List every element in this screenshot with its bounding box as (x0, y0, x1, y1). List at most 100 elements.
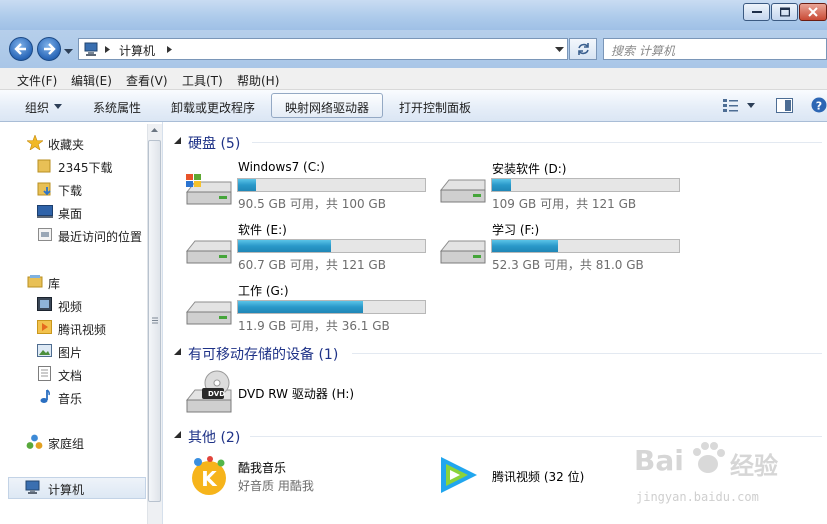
drive-name: 学习 (F:) (492, 223, 540, 237)
command-bar: 组织 系统属性 卸载或更改程序 映射网络驱动器 打开控制面板 ? (0, 90, 827, 122)
drive-name: Windows7 (C:) (238, 160, 325, 174)
desktop-icon (37, 205, 53, 218)
drive-free-space: 60.7 GB 可用，共 121 GB (238, 258, 386, 272)
group-header-other[interactable]: 其他 (2) (188, 427, 240, 447)
nav-pane-scroll-thumb[interactable] (148, 140, 161, 502)
help-icon[interactable]: ? (811, 97, 827, 113)
drive-usage-bar (237, 239, 426, 253)
hard-drive-icon (185, 301, 232, 325)
system-properties-button[interactable]: 系统属性 (93, 99, 141, 116)
menu-tools[interactable]: 工具(T) (182, 72, 223, 89)
group-divider (252, 142, 822, 143)
address-history-dropdown-icon[interactable] (555, 47, 564, 52)
drive-usage-fill (492, 240, 559, 252)
search-input[interactable]: 搜索 计算机 (603, 38, 827, 60)
address-bar[interactable]: 计算机 (78, 38, 568, 60)
collapse-group-arrow-icon[interactable] (174, 137, 182, 145)
scroll-up-arrow-icon[interactable] (151, 128, 158, 132)
nav-item-downloads[interactable]: 下载 (58, 182, 82, 199)
breadcrumb-computer[interactable]: 计算机 (119, 42, 155, 59)
map-network-drive-button[interactable]: 映射网络驱动器 (271, 93, 383, 118)
minimize-icon (751, 11, 762, 13)
tencent-video-icon (37, 320, 52, 334)
nav-item-recent-places[interactable]: 最近访问的位置 (58, 228, 142, 245)
drive-free-space: 52.3 GB 可用，共 81.0 GB (492, 258, 644, 272)
dvd-drive[interactable]: DVD DVD RW 驱动器 (H:) (183, 368, 383, 418)
refresh-button[interactable] (569, 38, 597, 60)
group-header-hard-disks[interactable]: 硬盘 (5) (188, 133, 240, 153)
menu-view[interactable]: 查看(V) (126, 72, 168, 89)
music-icon (40, 389, 50, 403)
menu-file[interactable]: 文件(F) (17, 72, 57, 89)
window-title-bar (0, 0, 827, 30)
tencent-video-icon (441, 457, 477, 493)
drive-c[interactable]: Windows7 (C:) 90.5 GB 可用，共 100 GB (183, 160, 433, 212)
minimize-button[interactable] (743, 3, 770, 21)
drive-e[interactable]: 软件 (E:) 60.7 GB 可用，共 121 GB (183, 221, 433, 273)
scroll-grip-icon (152, 317, 158, 324)
close-icon (808, 7, 818, 17)
recent-pages-dropdown[interactable] (64, 44, 73, 58)
nav-item-2345download[interactable]: 2345下载 (58, 159, 113, 176)
nav-homegroup[interactable]: 家庭组 (48, 435, 84, 452)
forward-button[interactable] (37, 37, 61, 61)
map-network-drive-label: 映射网络驱动器 (285, 101, 370, 115)
maximize-icon (779, 7, 790, 17)
computer-icon (25, 480, 40, 494)
back-arrow-icon (14, 43, 26, 55)
uninstall-program-button[interactable]: 卸载或更改程序 (171, 99, 255, 116)
nav-computer[interactable]: 计算机 (48, 481, 84, 498)
organize-button[interactable]: 组织 (25, 99, 49, 116)
drive-free-space: 11.9 GB 可用，共 36.1 GB (238, 319, 390, 333)
menu-help[interactable]: 帮助(H) (237, 72, 279, 89)
group-header-removable[interactable]: 有可移动存储的设备 (1) (188, 344, 338, 364)
chevron-down-icon[interactable] (747, 103, 755, 108)
drive-free-space: 90.5 GB 可用，共 100 GB (238, 197, 386, 211)
close-button[interactable] (799, 3, 827, 21)
collapse-group-arrow-icon[interactable] (174, 348, 182, 356)
maximize-button[interactable] (771, 3, 798, 21)
videos-icon (37, 297, 52, 311)
drive-usage-fill (238, 179, 256, 191)
favorites-star-icon (27, 135, 43, 150)
hard-drive-icon (439, 179, 486, 203)
drive-d[interactable]: 安装软件 (D:) 109 GB 可用，共 121 GB (437, 160, 687, 212)
nav-libraries[interactable]: 库 (48, 275, 60, 292)
search-placeholder: 搜索 计算机 (611, 44, 675, 58)
nav-item-tencent-video[interactable]: 腾讯视频 (58, 321, 106, 338)
downloads-folder-icon (37, 182, 51, 196)
homegroup-icon (26, 434, 43, 449)
drive-usage-bar (491, 239, 680, 253)
menu-edit[interactable]: 编辑(E) (71, 72, 112, 89)
kuwo-music-item[interactable]: K 酷我音乐 好音质 用酷我 (188, 452, 388, 500)
open-control-panel-button[interactable]: 打开控制面板 (399, 99, 471, 116)
nav-item-music[interactable]: 音乐 (58, 390, 82, 407)
baidu-paw-icon (693, 442, 725, 473)
nav-item-pictures[interactable]: 图片 (58, 344, 82, 361)
drive-name: DVD RW 驱动器 (H:) (238, 387, 355, 401)
back-button[interactable] (9, 37, 33, 61)
drive-name: 安装软件 (D:) (492, 162, 567, 176)
nav-item-desktop[interactable]: 桌面 (58, 205, 82, 222)
preview-pane-icon[interactable] (776, 98, 793, 113)
nav-item-documents[interactable]: 文档 (58, 367, 82, 384)
chevron-down-icon (64, 49, 73, 54)
drive-f[interactable]: 学习 (F:) 52.3 GB 可用，共 81.0 GB (437, 221, 687, 273)
group-divider (352, 353, 822, 354)
watermark-url: jingyan.baidu.com (636, 490, 759, 504)
refresh-icon (578, 43, 589, 55)
breadcrumb-arrow-icon[interactable] (167, 46, 172, 53)
drive-g[interactable]: 工作 (G:) 11.9 GB 可用，共 36.1 GB (183, 282, 433, 334)
breadcrumb-arrow-icon (105, 46, 110, 53)
nav-favorites[interactable]: 收藏夹 (48, 136, 84, 153)
collapse-group-arrow-icon[interactable] (174, 431, 182, 439)
view-options-icon[interactable] (723, 98, 739, 113)
menu-bar: 文件(F) 编辑(E) 查看(V) 工具(T) 帮助(H) (0, 68, 827, 90)
drive-name: 软件 (E:) (238, 223, 287, 237)
folder-icon (37, 159, 51, 173)
baidu-watermark: Bai 经验 jingyan.baidu.com (628, 430, 823, 520)
kuwo-music-icon: K (192, 456, 226, 495)
tencent-video-item[interactable]: 腾讯视频 (32 位) (437, 452, 637, 500)
nav-item-videos[interactable]: 视频 (58, 298, 82, 315)
chevron-down-icon[interactable] (54, 104, 62, 109)
